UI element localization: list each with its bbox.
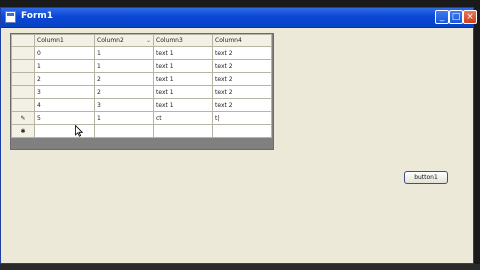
row-header[interactable] xyxy=(11,59,35,73)
close-button[interactable]: × xyxy=(463,10,477,24)
title-bar[interactable]: Form1 _ □ × xyxy=(1,8,477,28)
screen-bottom-edge xyxy=(0,264,480,270)
form-window: Form1 _ □ × Column1 Column2 ⌄ Column3 Col… xyxy=(0,7,477,264)
button1[interactable]: button1 xyxy=(404,171,448,184)
cell[interactable]: text 1 xyxy=(153,85,213,99)
table-row[interactable]: 1 1 text 1 text 2 xyxy=(11,59,272,73)
cell[interactable] xyxy=(94,124,154,138)
cell[interactable]: 4 xyxy=(34,98,95,112)
row-header[interactable] xyxy=(11,72,35,86)
cell[interactable]: text 1 xyxy=(153,46,213,60)
cell[interactable]: 2 xyxy=(94,85,154,99)
row-header[interactable] xyxy=(11,85,35,99)
table-row-new[interactable]: ✱ xyxy=(11,124,272,138)
table-row[interactable]: 3 2 text 1 text 2 xyxy=(11,85,272,99)
cell[interactable]: 1 xyxy=(34,59,95,73)
corner-header-cell[interactable] xyxy=(11,34,35,47)
cell[interactable]: text 1 xyxy=(153,72,213,86)
column-header-3-label: Column3 xyxy=(156,37,183,44)
column-header-2[interactable]: Column2 ⌄ xyxy=(94,34,154,47)
cell[interactable]: 2 xyxy=(94,72,154,86)
cell[interactable]: 3 xyxy=(34,85,95,99)
sort-indicator-icon: ⌄ xyxy=(145,37,151,44)
cell[interactable]: text 1 xyxy=(153,59,213,73)
mouse-cursor-icon xyxy=(75,125,83,137)
column-header-2-label: Column2 xyxy=(97,37,124,44)
column-header-1[interactable]: Column1 xyxy=(34,34,95,47)
cell[interactable] xyxy=(153,124,213,138)
table-row[interactable]: 0 1 text 1 text 2 xyxy=(11,46,272,60)
cell[interactable]: 5 xyxy=(34,111,95,125)
cell[interactable]: 1 xyxy=(94,46,154,60)
table-row[interactable]: 2 2 text 1 text 2 xyxy=(11,72,272,86)
cell[interactable]: text 1 xyxy=(153,98,213,112)
cell[interactable]: 3 xyxy=(94,98,154,112)
column-header-4-label: Column4 xyxy=(215,37,242,44)
window-title: Form1 xyxy=(21,11,54,21)
cell[interactable]: text 2 xyxy=(212,98,272,112)
cell[interactable]: 0 xyxy=(34,46,95,60)
maximize-button[interactable]: □ xyxy=(449,10,463,24)
new-row-asterisk-icon[interactable]: ✱ xyxy=(11,124,35,138)
minimize-button[interactable]: _ xyxy=(435,10,449,24)
table-row[interactable]: 4 3 text 1 text 2 xyxy=(11,98,272,112)
row-header[interactable] xyxy=(11,46,35,60)
form-app-icon xyxy=(5,11,16,23)
column-header-row: Column1 Column2 ⌄ Column3 Column4 xyxy=(11,34,272,47)
column-header-3[interactable]: Column3 xyxy=(153,34,213,47)
column-header-1-label: Column1 xyxy=(37,37,64,44)
cell-editing[interactable]: t| xyxy=(212,111,272,125)
grid-table: Column1 Column2 ⌄ Column3 Column4 0 1 tex… xyxy=(11,34,272,138)
cell[interactable] xyxy=(34,124,95,138)
cell[interactable]: text 2 xyxy=(212,46,272,60)
column-header-4[interactable]: Column4 xyxy=(212,34,272,47)
cell[interactable]: 2 xyxy=(34,72,95,86)
cell[interactable]: ct xyxy=(153,111,213,125)
cell[interactable] xyxy=(212,124,272,138)
table-row-editing[interactable]: ✎ 5 1 ct t| xyxy=(11,111,272,125)
cell[interactable]: text 2 xyxy=(212,59,272,73)
data-grid-view[interactable]: Column1 Column2 ⌄ Column3 Column4 0 1 tex… xyxy=(10,33,274,150)
cell[interactable]: 1 xyxy=(94,59,154,73)
edit-row-pencil-icon[interactable]: ✎ xyxy=(11,111,35,125)
cell[interactable]: 1 xyxy=(94,111,154,125)
cell[interactable]: text 2 xyxy=(212,85,272,99)
cell[interactable]: text 2 xyxy=(212,72,272,86)
row-header[interactable] xyxy=(11,98,35,112)
